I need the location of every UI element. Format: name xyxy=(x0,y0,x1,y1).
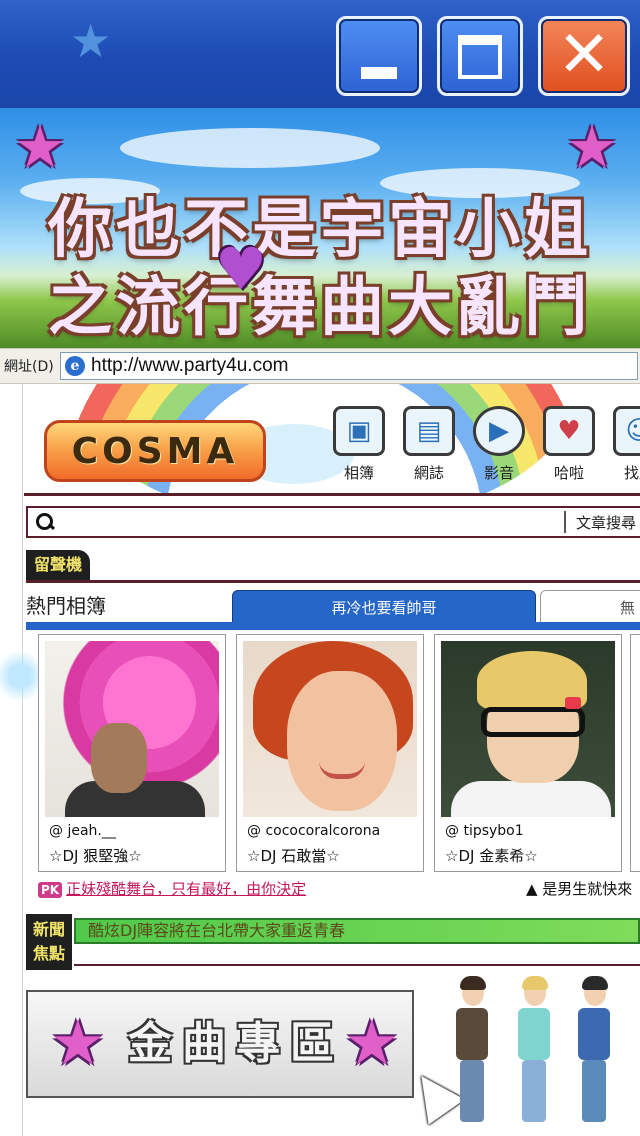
nav-label: 影音 xyxy=(483,464,514,482)
pink-star-icon: ★ xyxy=(344,1006,400,1079)
browser-address-bar: 網址(D) e http://www.party4u.com xyxy=(0,348,640,384)
cloud-decoration xyxy=(120,128,380,168)
avatar-hair xyxy=(460,976,486,990)
album-dj-name: ☆DJ 石敢當☆ xyxy=(247,847,340,865)
nav-item-find-friends[interactable]: ☺ 找朋 xyxy=(608,406,640,483)
gold-songs-title: 金曲專區 xyxy=(128,1018,344,1069)
tab-strip xyxy=(26,622,640,630)
maximize-button[interactable] xyxy=(437,16,523,96)
album-card[interactable]: @ tipsybo1 ☆DJ 金素希☆ xyxy=(434,634,622,872)
album-handle[interactable]: @ tipsybo1 xyxy=(445,823,524,839)
photo-bow xyxy=(565,697,581,709)
avatar-hair xyxy=(582,976,608,990)
news-label-line1: 新聞 xyxy=(32,920,65,939)
address-label: 網址(D) xyxy=(4,359,54,375)
pk-badge-icon: PK xyxy=(38,882,63,898)
avatar[interactable] xyxy=(572,976,616,1130)
heart-icon: ♥ xyxy=(215,235,267,303)
banner-title-line1: 你也不是宇宙小姐 xyxy=(48,193,592,267)
close-x-icon: ✕ xyxy=(557,18,611,92)
photo-shirt xyxy=(451,781,611,817)
url-text[interactable]: http://www.party4u.com xyxy=(91,355,288,377)
news-label-line2: 焦點 xyxy=(32,944,65,963)
avatar-legs xyxy=(582,1060,606,1122)
sparkle-decoration xyxy=(0,646,40,706)
nav-label: 網誌 xyxy=(413,464,444,482)
avatar-torso xyxy=(578,1008,610,1060)
album-card[interactable]: @ cococoralcorona ☆DJ 石敢當☆ xyxy=(236,634,424,872)
tab-next[interactable]: 無 xyxy=(540,590,640,624)
article-search-button[interactable]: 文章搜尋 xyxy=(576,512,636,533)
divider xyxy=(26,580,640,583)
nav-item-chat[interactable]: ♥ 哈啦 xyxy=(538,406,600,483)
search-input[interactable] xyxy=(56,510,564,534)
pink-star-icon: ★ xyxy=(50,1006,106,1079)
divider xyxy=(74,964,640,966)
divider xyxy=(563,511,566,533)
web-page: COSMA ▣ 相簿 ▤ 網誌 ▶ 影音 ♥ 哈啦 ☺ 找朋 文章搜尋 留聲機 … xyxy=(0,384,640,1136)
avatar-torso xyxy=(456,1008,488,1060)
pk-promo[interactable]: PK 正妹殘酷舞台，只有最好，由你決定 xyxy=(38,878,306,899)
album-photo[interactable] xyxy=(243,641,417,817)
nav-item-album[interactable]: ▣ 相簿 xyxy=(328,406,390,483)
video-play-icon: ▶ xyxy=(473,406,525,456)
avatar-torso xyxy=(518,1008,550,1060)
avatar[interactable] xyxy=(512,976,556,1130)
nav-item-blog[interactable]: ▤ 網誌 xyxy=(398,406,460,483)
photo-glasses xyxy=(481,707,585,737)
pink-star-icon: ★ xyxy=(566,113,618,181)
search-icon[interactable] xyxy=(34,511,56,533)
album-photo[interactable] xyxy=(441,641,615,817)
minimize-button[interactable] xyxy=(336,16,422,96)
pink-star-icon: ★ xyxy=(14,113,66,181)
boys-promo-link[interactable]: ▲ 是男生就快來 xyxy=(526,878,632,899)
album-dj-name: ☆DJ 狠堅強☆ xyxy=(49,847,142,865)
album-handle[interactable]: @ jeah.__ xyxy=(49,823,116,839)
gold-songs-button[interactable]: ★ 金曲專區 ★ xyxy=(26,990,414,1098)
hot-albums-title: 熱門相簿 xyxy=(26,594,106,618)
star-decoration-icon: ★ xyxy=(70,14,112,68)
photo-face xyxy=(91,723,147,793)
nav-label: 哈啦 xyxy=(553,464,584,482)
album-dj-name: ☆DJ 金素希☆ xyxy=(445,847,538,865)
tab-handsome-guys[interactable]: 再冷也要看帥哥 xyxy=(232,590,536,624)
blog-icon: ▤ xyxy=(403,406,455,456)
close-button[interactable]: ✕ xyxy=(538,16,630,96)
news-headline[interactable]: 酷炫DJ陣容將在台北帶大家重返青春 xyxy=(74,918,640,944)
photo-face xyxy=(287,671,397,811)
guestbook-tab[interactable]: 留聲機 xyxy=(26,550,91,580)
album-card[interactable]: @ jeah.__ ☆DJ 狠堅強☆ xyxy=(38,634,226,872)
logo-text: COSMA xyxy=(71,430,239,472)
minimize-icon xyxy=(361,67,397,79)
banner-image: ★ ★ 你也不是宇宙小姐 之流行舞曲大亂鬥 ♥ xyxy=(0,108,640,348)
avatar-legs xyxy=(460,1060,484,1122)
news-focus-label: 新聞 焦點 xyxy=(26,914,72,970)
nav-label: 相簿 xyxy=(343,464,374,482)
find-friend-icon: ☺ xyxy=(613,406,640,456)
maximize-icon xyxy=(458,35,502,79)
album-photo[interactable] xyxy=(45,641,219,817)
browser-page-icon: e xyxy=(65,356,85,376)
window-titlebar: ★ ✕ xyxy=(0,0,640,108)
avatar-hair xyxy=(522,976,548,990)
chat-icon: ♥ xyxy=(543,406,595,456)
photo-album-icon: ▣ xyxy=(333,406,385,456)
avatar-legs xyxy=(522,1060,546,1122)
album-handle[interactable]: @ cococoralcorona xyxy=(247,823,380,839)
url-field[interactable]: e http://www.party4u.com xyxy=(60,352,638,380)
search-bar: 文章搜尋 xyxy=(26,506,640,538)
pk-link[interactable]: 正妹殘酷舞台，只有最好，由你決定 xyxy=(66,880,306,898)
avatar[interactable] xyxy=(450,976,494,1130)
nav-item-video[interactable]: ▶ 影音 xyxy=(468,406,530,483)
site-header: COSMA ▣ 相簿 ▤ 網誌 ▶ 影音 ♥ 哈啦 ☺ 找朋 xyxy=(24,384,640,496)
nav-label: 找朋 xyxy=(623,464,640,482)
site-logo[interactable]: COSMA xyxy=(44,420,266,482)
banner-title-line2: 之流行舞曲大亂鬥 xyxy=(48,271,592,345)
album-card-partial[interactable] xyxy=(630,634,640,872)
